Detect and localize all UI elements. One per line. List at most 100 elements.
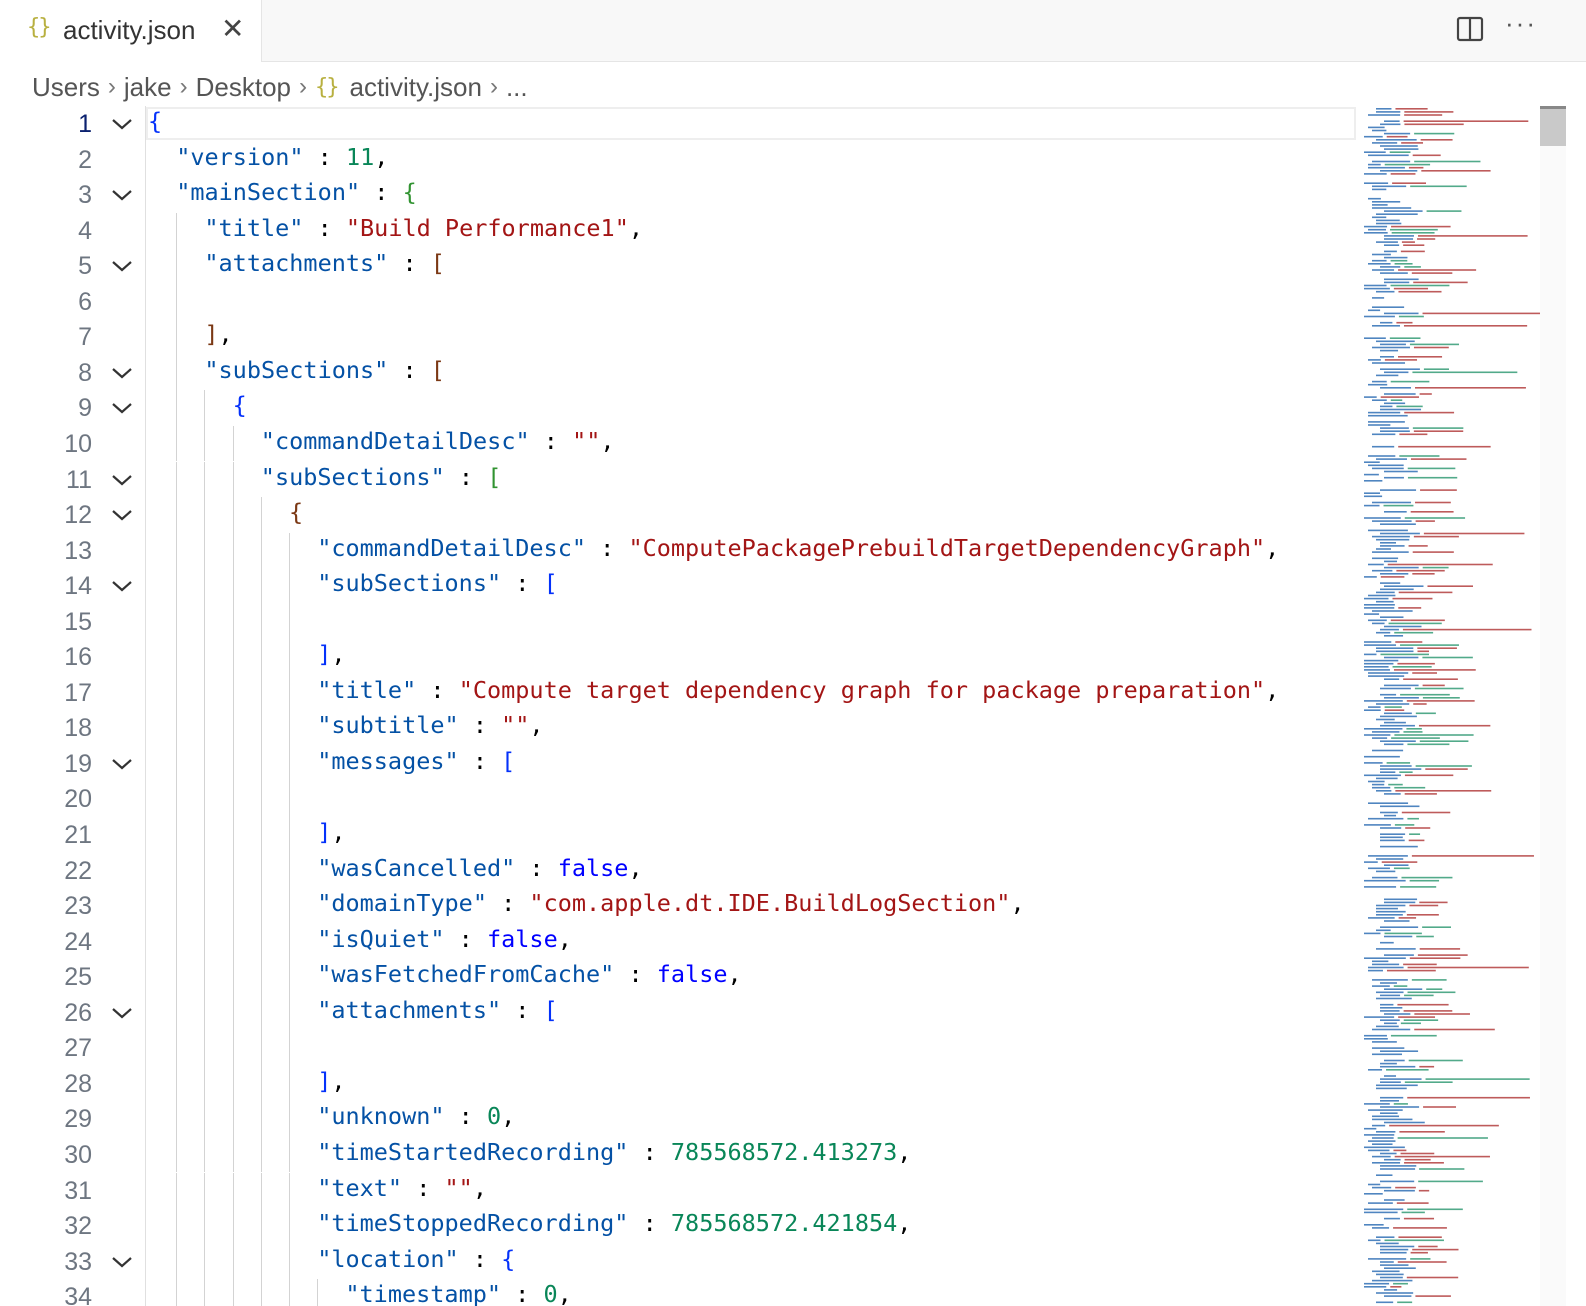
code-line[interactable]: 30 "timeStartedRecording" : 785568572.413… [0,1136,1540,1173]
code-line[interactable]: 16], [0,639,1540,675]
chevron-down-icon[interactable] [110,186,134,204]
minimap-line [1409,904,1439,907]
code-line[interactable]: 17 "title" : "Compute target dependency g… [0,674,1540,711]
code-line[interactable]: 12 { [0,497,1540,533]
indent-guide [176,1065,178,1102]
minimap-line [1404,411,1455,414]
code-line[interactable]: 19 "messages" : [ [0,745,1540,782]
indent-guide [260,639,262,675]
code-line[interactable]: 4 "title" : "Build Performance1", [0,212,1540,249]
indent-guide [176,319,178,355]
vertical-scrollbar[interactable] [1540,106,1566,1306]
minimap-line [1404,111,1454,113]
code-line[interactable]: 8 "subSections" : [ [0,354,1540,391]
minimap-line [1364,151,1386,153]
minimap-line [1412,371,1518,374]
code-line[interactable]: 2 "version" : 11, [0,142,1540,178]
code-line[interactable]: 20 [0,781,1540,817]
minimap-line [1380,1264,1409,1266]
more-actions-icon[interactable]: ··· [1505,8,1537,39]
indent-guide [260,994,262,1031]
code-line[interactable]: 5 "attachments" : [ [0,248,1540,284]
minimap-line [1404,994,1434,997]
code-line[interactable]: 9{ [0,390,1540,426]
breadcrumb-item-users[interactable]: Users [32,72,100,103]
split-editor-icon[interactable] [1455,14,1485,44]
tab-activity-json[interactable]: {} activity.json ✕ [0,0,262,62]
chevron-down-icon[interactable] [110,506,134,524]
code-line[interactable]: 28], [0,1065,1540,1102]
minimap-line [1380,1248,1409,1251]
chevron-down-icon[interactable] [110,364,134,382]
minimap-line [1397,1261,1447,1263]
code-line[interactable]: 34 "timestamp" : 0, [0,1279,1540,1306]
code-line[interactable]: 18 "subtitle" : "", [0,710,1540,746]
minimap-line [1394,1155,1490,1158]
minimap-line [1414,160,1481,163]
minimap-line [1364,659,1399,662]
minimap-line [1368,455,1396,457]
code-line[interactable]: 21], [0,817,1540,853]
code-line[interactable]: 15 [0,603,1540,640]
indent-guide [176,1030,178,1066]
chevron-down-icon[interactable] [110,755,134,773]
code-line[interactable]: 27 [0,1030,1540,1066]
code-line[interactable]: 29 "unknown" : 0, [0,1101,1540,1137]
line-number: 26 [64,998,92,1027]
code-line[interactable]: 25 "wasFetchedFromCache" : false, [0,959,1540,995]
minimap-line [1376,1242,1399,1245]
minimap[interactable] [1356,106,1540,1306]
code-text: ], [317,818,345,846]
code-line[interactable]: 3 "mainSection" : { [0,177,1540,213]
minimap-line [1413,281,1468,284]
code-line[interactable]: 33 "location" : { [0,1243,1540,1280]
code-editor[interactable]: 1{2 "version" : 11, 3 "mainSection" : {4 "ti… [0,106,1540,1306]
code-line[interactable]: 32 "timeStoppedRecording" : 785568572.421… [0,1208,1540,1244]
code-token: "text" [317,1173,403,1202]
minimap-line [1368,563,1384,566]
indent-guide [176,1279,178,1306]
code-line[interactable]: 23 "domainType" : "com.apple.dt.IDE.Build… [0,888,1540,924]
breadcrumb-item-symbols[interactable]: ... [506,72,528,103]
chevron-down-icon[interactable] [110,1253,134,1271]
minimap-line [1368,414,1408,417]
breadcrumb-item-jake[interactable]: jake [124,72,172,103]
minimap-line [1407,1208,1463,1211]
code-line[interactable]: 6 [0,283,1540,320]
chevron-down-icon[interactable] [110,577,134,595]
code-text: "attachments" : [ [204,249,445,277]
code-token: "commandDetailDesc" [317,533,587,562]
code-line[interactable]: 22 "wasCancelled" : false, [0,852,1540,889]
chevron-down-icon[interactable] [110,257,134,275]
minimap-line [1372,557,1399,560]
minimap-line [1368,1202,1393,1204]
code-token: , [218,320,233,349]
chevron-down-icon[interactable] [110,471,134,489]
breadcrumb-item-desktop[interactable]: Desktop [196,72,291,103]
code-line[interactable]: 10 "commandDetailDesc" : "", [0,425,1540,462]
code-line[interactable]: 13 "commandDetailDesc" : "ComputePackageP… [0,532,1540,569]
code-line[interactable]: 24 "isQuiet" : false, [0,923,1540,960]
chevron-down-icon[interactable] [110,399,134,417]
breadcrumb-item-file[interactable]: activity.json [350,72,482,103]
minimap-line [1364,669,1390,671]
indent-guide [260,568,262,604]
chevron-down-icon[interactable] [110,1004,134,1022]
scrollbar-thumb[interactable] [1540,106,1566,146]
line-number: 9 [78,394,92,423]
code-token: , [628,213,644,242]
minimap-line [1400,1022,1421,1025]
close-icon[interactable]: ✕ [221,12,244,45]
minimap-line [1380,532,1420,535]
code-line[interactable]: 7], [0,319,1540,355]
code-line[interactable]: 31 "text" : "", [0,1172,1540,1208]
minimap-line [1372,551,1409,553]
code-token: , [1265,675,1280,704]
code-line[interactable]: 26 "attachments" : [ [0,994,1540,1031]
minimap-line [1404,517,1466,519]
code-line[interactable]: 14 "subSections" : [ [0,568,1540,604]
code-line[interactable]: 1{ [0,106,1540,142]
code-line[interactable]: 11 "subSections" : [ [0,461,1540,497]
minimap-line [1376,650,1414,653]
chevron-down-icon[interactable] [110,115,134,133]
